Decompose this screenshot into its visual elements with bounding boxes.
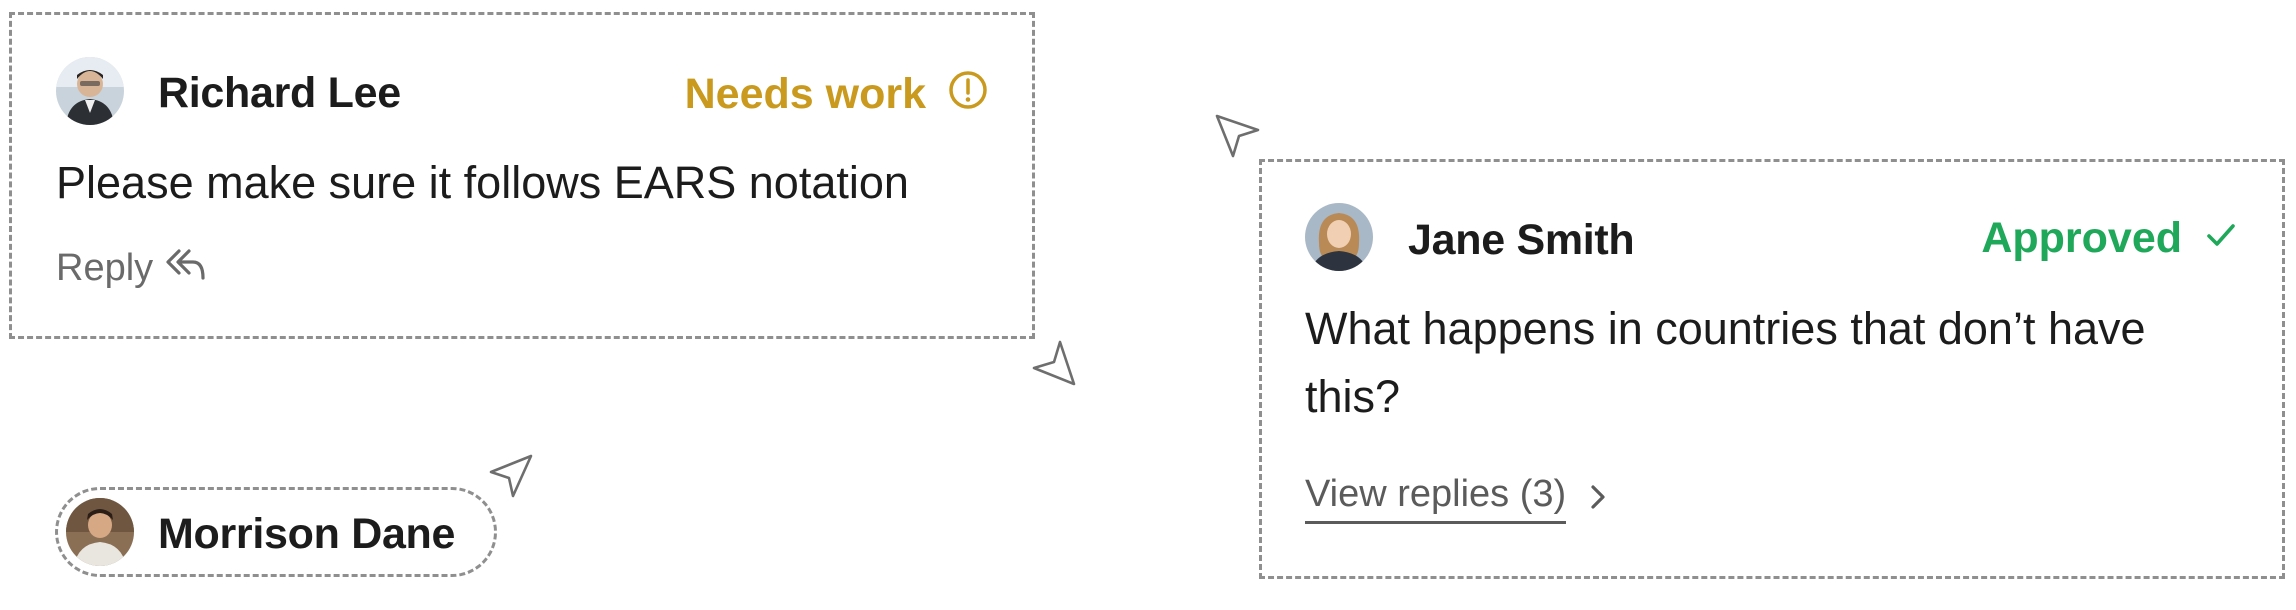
alert-circle-icon bbox=[948, 70, 988, 118]
comment-body: What happens in countries that don’t hav… bbox=[1305, 303, 2146, 422]
reply-button[interactable]: Reply bbox=[56, 246, 207, 289]
chevron-right-icon bbox=[1588, 481, 1608, 519]
comment-card-jane-smith[interactable]: Jane Smith Approved What happens in coun… bbox=[1259, 159, 2285, 579]
view-replies-button[interactable]: View replies (3) bbox=[1305, 475, 1608, 524]
status-badge: Needs work bbox=[685, 70, 988, 118]
comment-card-richard-lee[interactable]: Richard Lee Needs work Please make sure … bbox=[9, 12, 1035, 339]
view-replies-label: View replies (3) bbox=[1305, 475, 1567, 524]
comment-author: Richard Lee bbox=[158, 69, 401, 117]
status-label: Approved bbox=[1981, 214, 2182, 262]
collaborator-name: Morrison Dane bbox=[158, 510, 456, 558]
comment-body: Please make sure it follows EARS notatio… bbox=[56, 157, 909, 208]
reply-icon bbox=[165, 246, 207, 289]
pointer-arrow-icon bbox=[489, 454, 533, 498]
avatar bbox=[56, 57, 124, 125]
pointer-arrow-icon bbox=[1215, 114, 1260, 158]
check-icon bbox=[2204, 217, 2238, 260]
reply-label: Reply bbox=[56, 246, 154, 289]
comment-author: Jane Smith bbox=[1408, 216, 1635, 264]
pointer-arrow-icon bbox=[1032, 340, 1076, 386]
status-badge: Approved bbox=[1981, 217, 2238, 260]
collaborator-chip[interactable]: Morrison Dane bbox=[55, 487, 497, 577]
status-label: Needs work bbox=[684, 69, 926, 118]
avatar bbox=[66, 498, 134, 566]
avatar bbox=[1305, 203, 1373, 271]
